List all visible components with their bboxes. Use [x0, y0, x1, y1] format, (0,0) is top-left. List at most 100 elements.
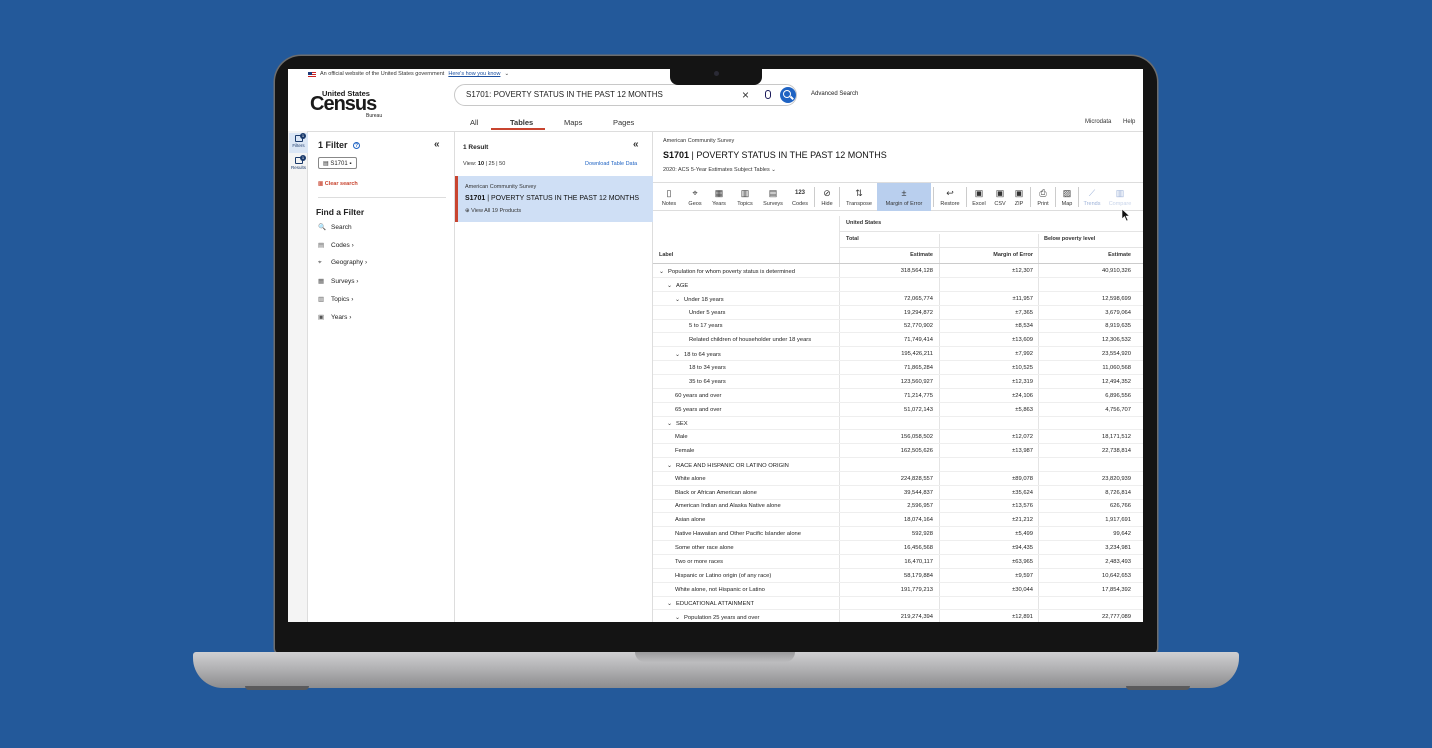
microphone-icon[interactable] — [765, 90, 771, 99]
years-button[interactable]: ▦ Years — [708, 183, 730, 211]
notes-button[interactable]: ▯ Notes — [658, 183, 680, 211]
tab-tables[interactable]: Tables — [510, 118, 533, 127]
filter-item-label: Topics — [331, 296, 350, 303]
chevron-down-icon[interactable]: ⌄ — [667, 600, 672, 607]
view-10-option[interactable]: 10 — [478, 161, 484, 167]
printer-icon: ⎙ — [1039, 188, 1047, 198]
transpose-button[interactable]: ⇅ Transpose — [842, 183, 876, 211]
zip-button[interactable]: ▣ ZIP — [1011, 183, 1027, 211]
estimate2-column-header[interactable]: Estimate — [1073, 252, 1131, 258]
surveys-button[interactable]: ▤ Surveys — [759, 183, 787, 211]
moe-cell: ±5,499 — [1015, 531, 1033, 538]
table-row: Hispanic or Latino origin (of any race) 5… — [653, 569, 1143, 583]
location-pin-icon: ⌖ — [318, 259, 322, 266]
moe-column-header[interactable]: Margin of Error — [963, 252, 1033, 258]
map-button[interactable]: ▨ Map — [1058, 183, 1076, 211]
tab-pages[interactable]: Pages — [613, 118, 634, 127]
advanced-search-link[interactable]: Advanced Search — [811, 91, 858, 97]
topics-button[interactable]: ▥ Topics — [733, 183, 757, 211]
filter-item-label: Years — [331, 314, 348, 321]
logo-line-3: Bureau — [366, 113, 383, 119]
restore-label: Restore — [940, 201, 960, 207]
search-button[interactable] — [780, 87, 796, 103]
row-label: 35 to 64 years — [689, 379, 726, 385]
chevron-down-icon[interactable]: ⌄ — [675, 296, 680, 303]
collapse-filters-icon[interactable]: « — [434, 139, 440, 150]
row-label: 60 years and over — [675, 393, 721, 399]
row-label: Related children of householder under 18… — [689, 337, 811, 343]
chevron-down-icon[interactable]: ⌄ — [659, 268, 664, 275]
hide-button[interactable]: ⊘ Hide — [818, 183, 836, 211]
row-label-text: EDUCATIONAL ATTAINMENT — [676, 601, 755, 608]
microdata-link[interactable]: Microdata — [1085, 119, 1111, 125]
rail-filters-button[interactable]: 1 Filters — [289, 133, 308, 153]
filter-item-surveys[interactable]: ▦ Surveys › — [318, 277, 358, 285]
download-table-data-link[interactable]: Download Table Data — [585, 161, 637, 167]
rail-results-button[interactable]: 1 Results — [289, 155, 308, 175]
tab-maps[interactable]: Maps — [564, 118, 582, 127]
gov-banner-link[interactable]: Here's how you know — [448, 71, 500, 77]
filter-item-geography[interactable]: ⌖ Geography › — [318, 259, 367, 267]
chevron-down-icon[interactable]: ⌄ — [667, 462, 672, 469]
chevron-down-icon[interactable]: ⌄ — [667, 282, 672, 289]
table-row: Native Hawaiian and Other Pacific Island… — [653, 527, 1143, 542]
table-subtitle-dropdown[interactable]: 2020: ACS 5-Year Estimates Subject Table… — [663, 167, 776, 173]
clear-search-label: Clear search — [324, 181, 358, 187]
moe-cell: ±35,624 — [1012, 489, 1033, 496]
clipboard-icon: ▤ — [768, 188, 778, 198]
toolbar-divider — [933, 187, 934, 207]
clear-search-icon[interactable]: × — [742, 88, 749, 102]
trends-button[interactable]: ⟋ Trends — [1081, 183, 1103, 211]
codes-button[interactable]: 123 Codes — [789, 183, 811, 211]
result-card[interactable]: American Community Survey S1701 | POVERT… — [455, 176, 653, 222]
census-logo[interactable]: United States Census Bureau — [310, 89, 383, 119]
tab-all[interactable]: All — [470, 118, 478, 127]
compare-button[interactable]: ▥ Compare — [1105, 183, 1135, 211]
moe-cell: ±8,534 — [1015, 323, 1033, 330]
excel-button[interactable]: ▣ Excel — [969, 183, 989, 211]
collapse-results-icon[interactable]: « — [633, 139, 639, 150]
filter-item-codes[interactable]: ▤ Codes › — [318, 241, 354, 249]
estimate-column-header[interactable]: Estimate — [883, 252, 933, 258]
codes-icon: ▤ — [318, 242, 325, 249]
moe-cell: ±12,072 — [1012, 434, 1033, 441]
search-input[interactable] — [466, 90, 726, 99]
margin-of-error-button[interactable]: ± Margin of Error — [877, 183, 931, 211]
label-column-header[interactable]: Label — [659, 252, 673, 258]
chevron-down-icon[interactable]: ⌄ — [675, 614, 680, 621]
moe-cell: ±9,597 — [1015, 572, 1033, 579]
print-button[interactable]: ⎙ Print — [1033, 183, 1053, 211]
row-label: Hispanic or Latino origin (of any race) — [675, 573, 771, 579]
below-poverty-cell: 99,642 — [1113, 531, 1131, 538]
filter-item-search[interactable]: 🔍 Search — [318, 223, 352, 231]
filter-chip[interactable]: ▤ S1701 ▪ — [318, 157, 357, 169]
geos-button[interactable]: ⌖ Geos — [685, 183, 705, 211]
clear-search-button[interactable]: ▥ Clear search — [318, 181, 358, 187]
table-title: S1701 | POVERTY STATUS IN THE PAST 12 MO… — [663, 150, 887, 160]
below-poverty-cell: 18,171,512 — [1101, 434, 1131, 441]
lock-icon: ▪ — [349, 161, 352, 167]
csv-button[interactable]: ▣ CSV — [991, 183, 1009, 211]
restore-button[interactable]: ↩ Restore — [936, 183, 964, 211]
below-poverty-cell: 1,917,691 — [1105, 517, 1131, 524]
filter-item-topics[interactable]: ▥ Topics › — [318, 295, 353, 303]
estimate-cell: 52,770,902 — [903, 323, 933, 330]
below-poverty-cell: 2,483,493 — [1105, 558, 1131, 565]
chevron-right-icon: › — [349, 296, 354, 303]
chevron-down-icon[interactable]: ⌄ — [675, 351, 680, 358]
search-bar: × — [454, 84, 797, 106]
estimate-cell: 162,505,626 — [900, 448, 933, 455]
filter-item-years[interactable]: ▣ Years › — [318, 313, 351, 321]
view-25-option[interactable]: 25 — [489, 161, 495, 167]
chevron-down-icon: ⌄ — [769, 167, 776, 173]
view-products-link[interactable]: ⊕ View All 19 Products — [465, 208, 521, 214]
view-50-option[interactable]: 50 — [499, 161, 505, 167]
chevron-down-icon[interactable]: ⌄ — [667, 420, 672, 427]
transpose-icon: ⇅ — [855, 188, 863, 198]
row-label-text: White alone — [675, 475, 706, 482]
estimate-cell: 72,065,774 — [903, 295, 933, 302]
row-label: ⌄ Population 25 years and over — [675, 614, 759, 621]
help-link[interactable]: Help — [1123, 119, 1135, 125]
help-icon[interactable]: ? — [353, 142, 361, 150]
surveys-label: Surveys — [763, 201, 783, 207]
